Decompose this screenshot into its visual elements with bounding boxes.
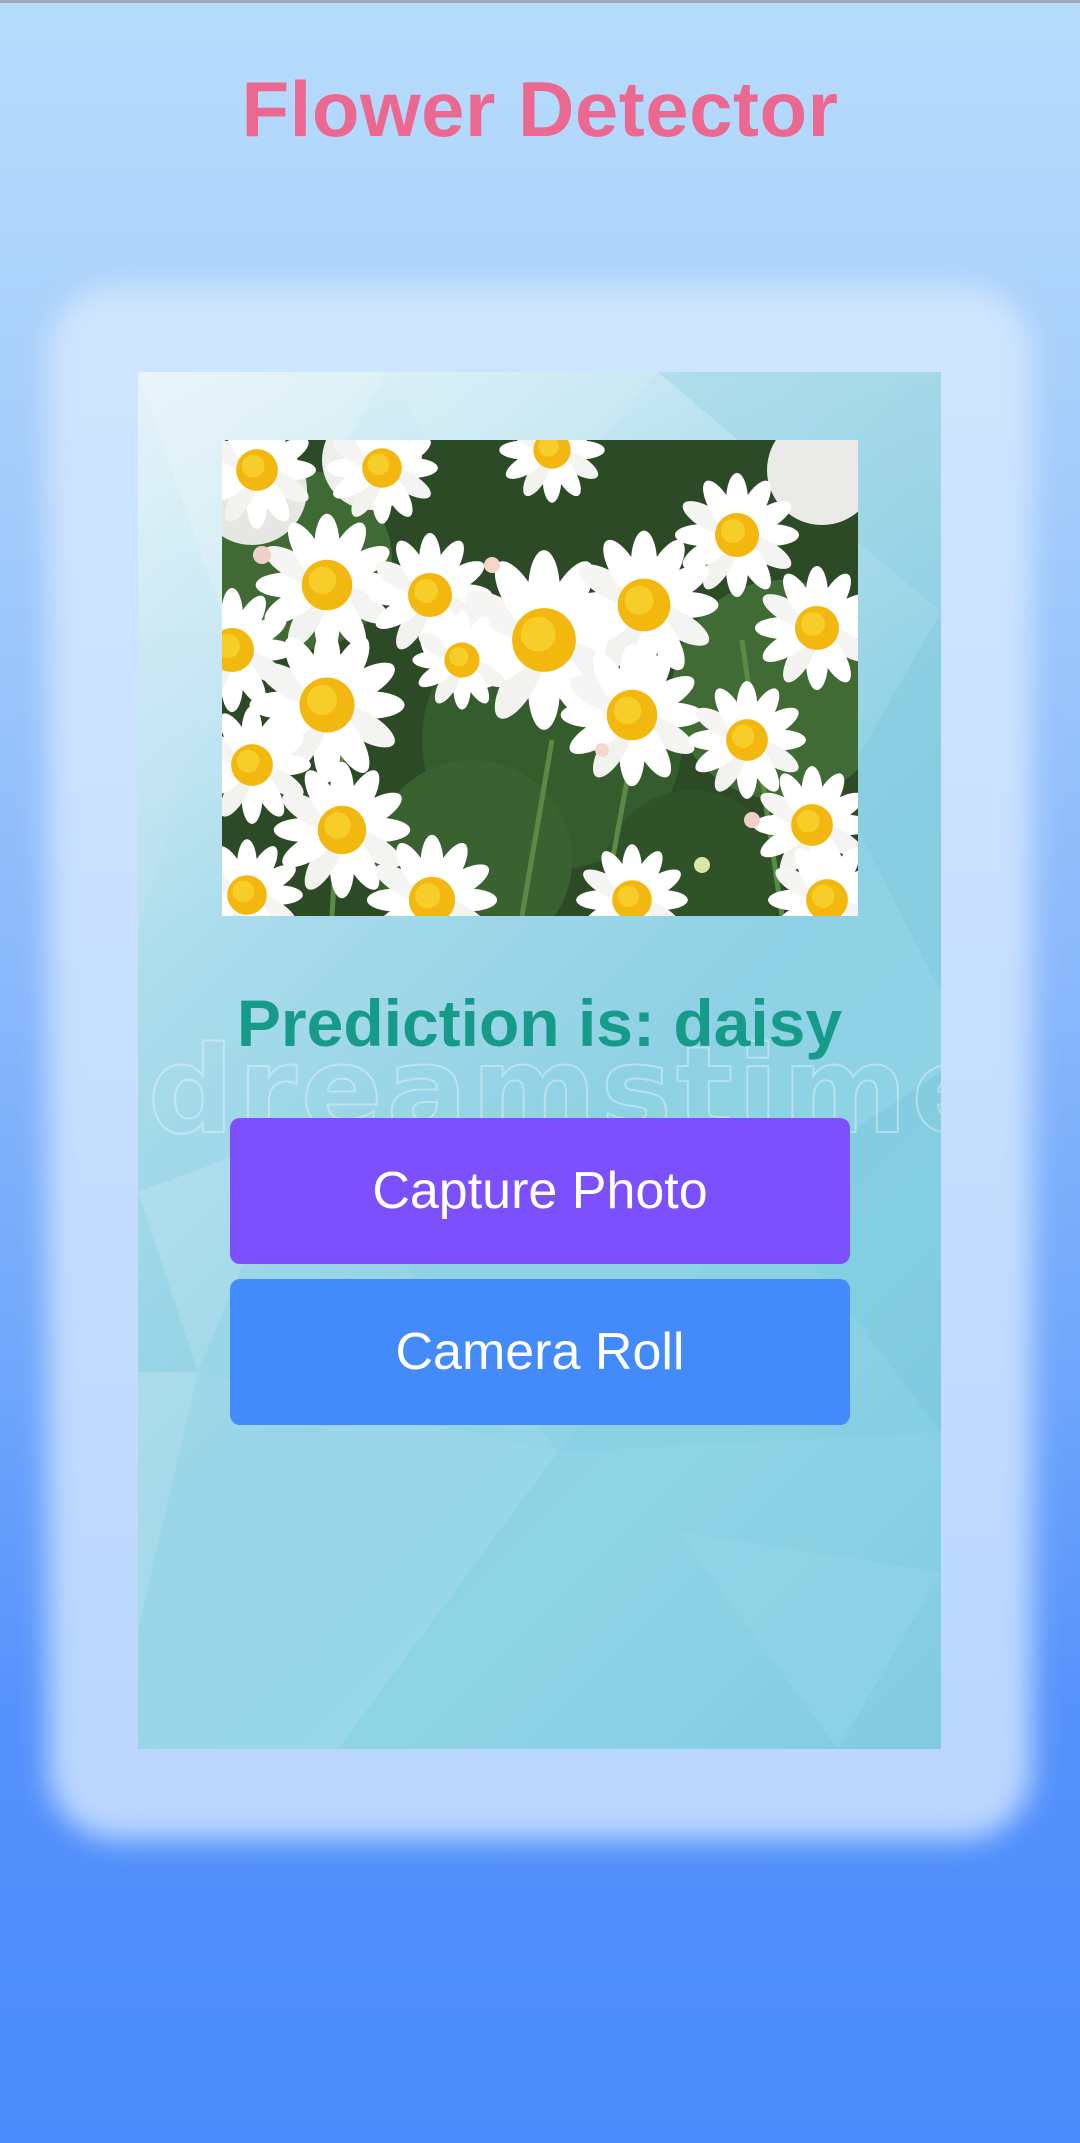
- prediction-result: Prediction is: daisy: [236, 986, 843, 1060]
- status-edge: [0, 0, 1080, 3]
- camera-roll-button[interactable]: Camera Roll: [230, 1279, 850, 1425]
- flower-photo: [222, 440, 858, 916]
- daisy-photo-icon: [222, 440, 858, 916]
- main-panel: dreamstime Prediction is: daisy Capture …: [138, 372, 941, 1749]
- capture-photo-button[interactable]: Capture Photo: [230, 1118, 850, 1264]
- app-title: Flower Detector: [241, 65, 839, 153]
